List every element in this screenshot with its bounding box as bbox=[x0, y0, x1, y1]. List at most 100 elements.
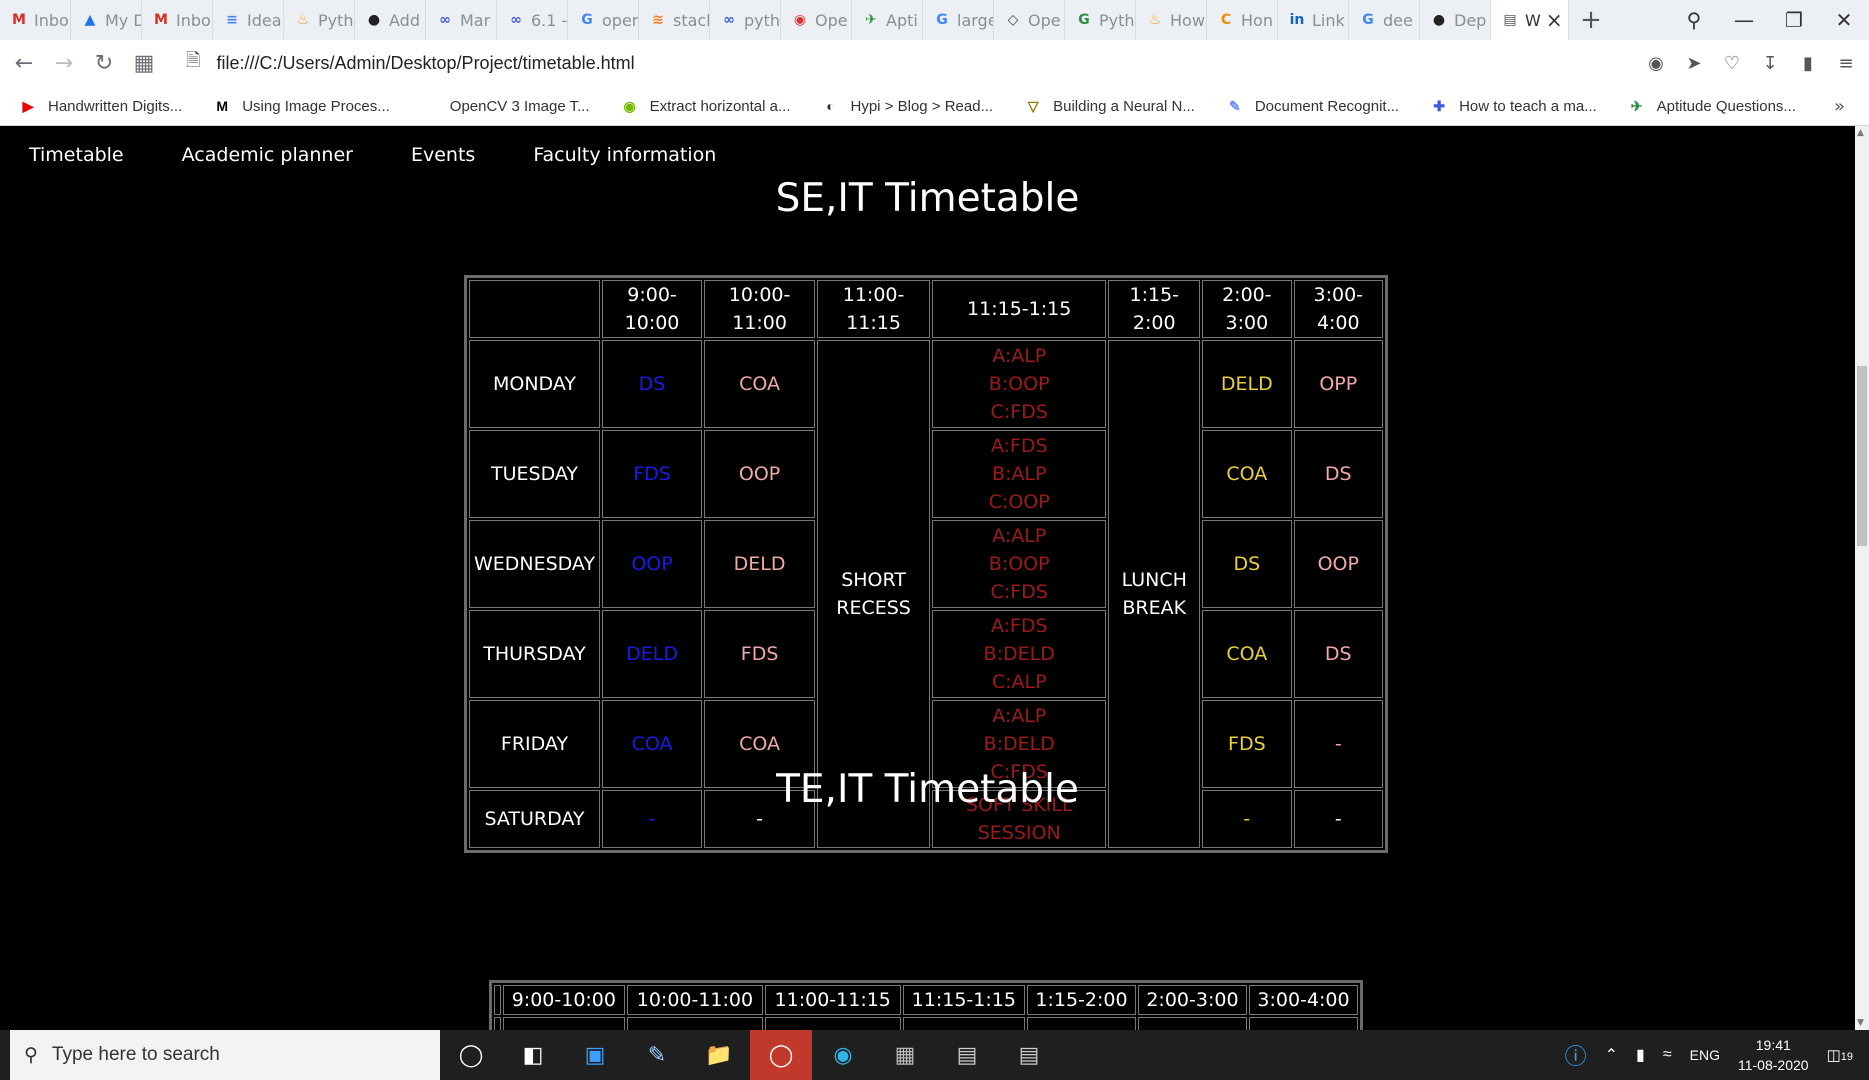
day-cell: TUESDAY bbox=[469, 430, 600, 518]
file-explorer-icon[interactable]: 📁 bbox=[688, 1030, 750, 1080]
battery-icon[interactable]: ▮ bbox=[1636, 1045, 1645, 1065]
close-icon[interactable]: × bbox=[1546, 8, 1563, 32]
empty-cell bbox=[764, 1017, 901, 1030]
browser-tab[interactable]: ∞ 6.1 - bbox=[497, 0, 568, 40]
browser-tab[interactable]: ▲ My D bbox=[71, 0, 142, 40]
nav-link-faculty-information[interactable]: Faculty information bbox=[504, 144, 745, 166]
header-corner bbox=[494, 985, 501, 1015]
browser-tab[interactable]: G Pyth bbox=[1065, 0, 1136, 40]
time-header: 2:00-3:00 bbox=[1137, 985, 1247, 1015]
period-cell: FDS bbox=[602, 430, 703, 518]
minimize-icon[interactable]: — bbox=[1719, 8, 1769, 32]
language-indicator[interactable]: ENG bbox=[1690, 1047, 1720, 1063]
header-row: 9:00-10:00 10:00-11:00 11:00-11:15 11:15-1:… bbox=[469, 280, 1383, 338]
download-icon[interactable]: ↧ bbox=[1755, 53, 1785, 74]
time-header: 1:15-2:00 bbox=[1108, 280, 1201, 338]
edge-icon[interactable]: ◉ bbox=[812, 1030, 874, 1080]
wifi-icon[interactable]: ≈ bbox=[1663, 1046, 1672, 1064]
cortana-icon[interactable]: ◯ bbox=[440, 1030, 502, 1080]
nav-link-events[interactable]: Events bbox=[382, 144, 504, 166]
notification-icon[interactable]: ◫19 bbox=[1827, 1046, 1853, 1064]
browser-tab[interactable]: ∞ Mar bbox=[426, 0, 497, 40]
bookmark-item[interactable]: ✈ Aptitude Questions... bbox=[1627, 96, 1796, 116]
bookmark-item[interactable]: ◐ Hypi > Blog > Read... bbox=[821, 96, 993, 116]
browser-tab[interactable]: ≋ stack bbox=[639, 0, 710, 40]
browser-tab[interactable]: Glarge bbox=[923, 0, 994, 40]
battery-icon[interactable]: ▮ bbox=[1793, 53, 1823, 74]
day-cell: WEDNESDAY bbox=[469, 520, 600, 608]
taskbar-search[interactable]: ⚲ Type here to search bbox=[10, 1030, 440, 1080]
bookmark-item[interactable]: ✚ How to teach a ma... bbox=[1429, 96, 1596, 116]
bookmark-item[interactable]: OpenCV 3 Image T... bbox=[420, 96, 590, 116]
nav-link-academic-planner[interactable]: Academic planner bbox=[153, 144, 382, 166]
bookmark-item[interactable]: ▶ Handwritten Digits... bbox=[18, 96, 183, 116]
clock[interactable]: 19:41 11-08-2020 bbox=[1738, 1035, 1809, 1075]
nvidia-icon: ◉ bbox=[623, 97, 636, 114]
browser-tab[interactable]: ● Add bbox=[355, 0, 426, 40]
nav-link-timetable[interactable]: Timetable bbox=[0, 144, 153, 166]
lab-batch: A:FDS bbox=[990, 435, 1048, 457]
tab-label: Pyth bbox=[318, 10, 354, 30]
chevron-up-icon[interactable]: ⌃ bbox=[1605, 1045, 1618, 1065]
speed-dial-icon[interactable]: ▦ bbox=[128, 47, 160, 79]
bookmark-item[interactable]: ✎ Document Recognit... bbox=[1225, 96, 1399, 116]
scroll-up-icon[interactable]: ▲ bbox=[1857, 128, 1864, 138]
forward-icon[interactable]: → bbox=[48, 47, 80, 79]
terminal-icon[interactable]: ▤ bbox=[936, 1030, 998, 1080]
google-icon: G bbox=[936, 12, 948, 28]
github-icon: ● bbox=[367, 12, 381, 28]
window-controls: ⚲ — ❐ ✕ bbox=[1669, 0, 1869, 40]
search-icon[interactable]: ⚲ bbox=[1669, 8, 1719, 32]
url-field[interactable]: file:///C:/Users/Admin/Desktop/Project/t… bbox=[216, 53, 634, 74]
browser-tab[interactable]: ● Dep bbox=[1420, 0, 1491, 40]
browser-tab[interactable]: ≡ Idea bbox=[213, 0, 284, 40]
help-icon[interactable]: ⓘ bbox=[1565, 1039, 1587, 1071]
menu-icon[interactable]: ≡ bbox=[1831, 53, 1861, 74]
mysql-icon[interactable]: ▦ bbox=[874, 1030, 936, 1080]
browser-tab[interactable]: C Hon bbox=[1207, 0, 1278, 40]
cmd-icon[interactable]: ▤ bbox=[998, 1030, 1060, 1080]
browser-tab[interactable]: Goper bbox=[568, 0, 639, 40]
browser-tab[interactable]: ◇ Ope bbox=[994, 0, 1065, 40]
browser-tab[interactable]: ◉ Ope bbox=[781, 0, 852, 40]
time-header: 2:00-3:00 bbox=[1202, 280, 1292, 338]
browser-tab[interactable]: M Inbo bbox=[0, 0, 71, 40]
close-window-icon[interactable]: ✕ bbox=[1819, 8, 1869, 32]
browser-tab[interactable]: ♨ How bbox=[1136, 0, 1207, 40]
lab-batch: A:ALP bbox=[992, 345, 1047, 367]
lab-batch: A:FDS bbox=[990, 615, 1048, 637]
page-scrollbar[interactable]: ▲ ▼ bbox=[1855, 126, 1869, 1030]
lab-batch: C:OOP bbox=[988, 491, 1050, 513]
bookmark-item[interactable]: ◉ Extract horizontal a... bbox=[620, 96, 790, 116]
time-header: 3:00-4:00 bbox=[1248, 985, 1358, 1015]
stackoverflow-icon: ≋ bbox=[652, 12, 664, 28]
bookmark-item[interactable]: ▽ Building a Neural N... bbox=[1023, 96, 1195, 116]
time-header: 11:00-11:15 bbox=[817, 280, 931, 338]
empty-cell bbox=[902, 1017, 1025, 1030]
tab-label: pyth bbox=[744, 10, 781, 30]
camera-icon[interactable]: ◉ bbox=[1641, 53, 1671, 74]
hypi-icon: ◐ bbox=[826, 98, 835, 114]
store-icon[interactable]: ▣ bbox=[564, 1030, 626, 1080]
heart-icon[interactable]: ♡ bbox=[1717, 53, 1747, 74]
browser-tab[interactable]: in Link bbox=[1278, 0, 1349, 40]
browser-tab[interactable]: ♨ Pyth bbox=[284, 0, 355, 40]
task-view-icon[interactable]: ◧ bbox=[502, 1030, 564, 1080]
scroll-thumb[interactable] bbox=[1857, 366, 1867, 546]
opera-icon[interactable]: ◯ bbox=[750, 1030, 812, 1080]
bookmark-item[interactable]: M Using Image Proces... bbox=[212, 96, 389, 116]
browser-tab[interactable]: ▤ W × bbox=[1491, 0, 1569, 40]
browser-tab[interactable]: ∞ pyth bbox=[710, 0, 781, 40]
reload-icon[interactable]: ↻ bbox=[88, 47, 120, 79]
new-tab-button[interactable]: + bbox=[1569, 0, 1613, 40]
browser-tab[interactable]: Gdee bbox=[1349, 0, 1420, 40]
restore-icon[interactable]: ❐ bbox=[1769, 8, 1819, 32]
back-icon[interactable]: ← bbox=[8, 47, 40, 79]
more-bookmarks-icon[interactable]: » bbox=[1834, 96, 1845, 117]
browser-tab[interactable]: ✈ Apti bbox=[852, 0, 923, 40]
browser-tab[interactable]: M Inbo bbox=[142, 0, 213, 40]
hackerrank-icon: C bbox=[1220, 12, 1232, 28]
scroll-down-icon[interactable]: ▼ bbox=[1857, 1018, 1864, 1028]
send-icon[interactable]: ➤ bbox=[1679, 53, 1709, 74]
notepad-icon[interactable]: ✎ bbox=[626, 1030, 688, 1080]
